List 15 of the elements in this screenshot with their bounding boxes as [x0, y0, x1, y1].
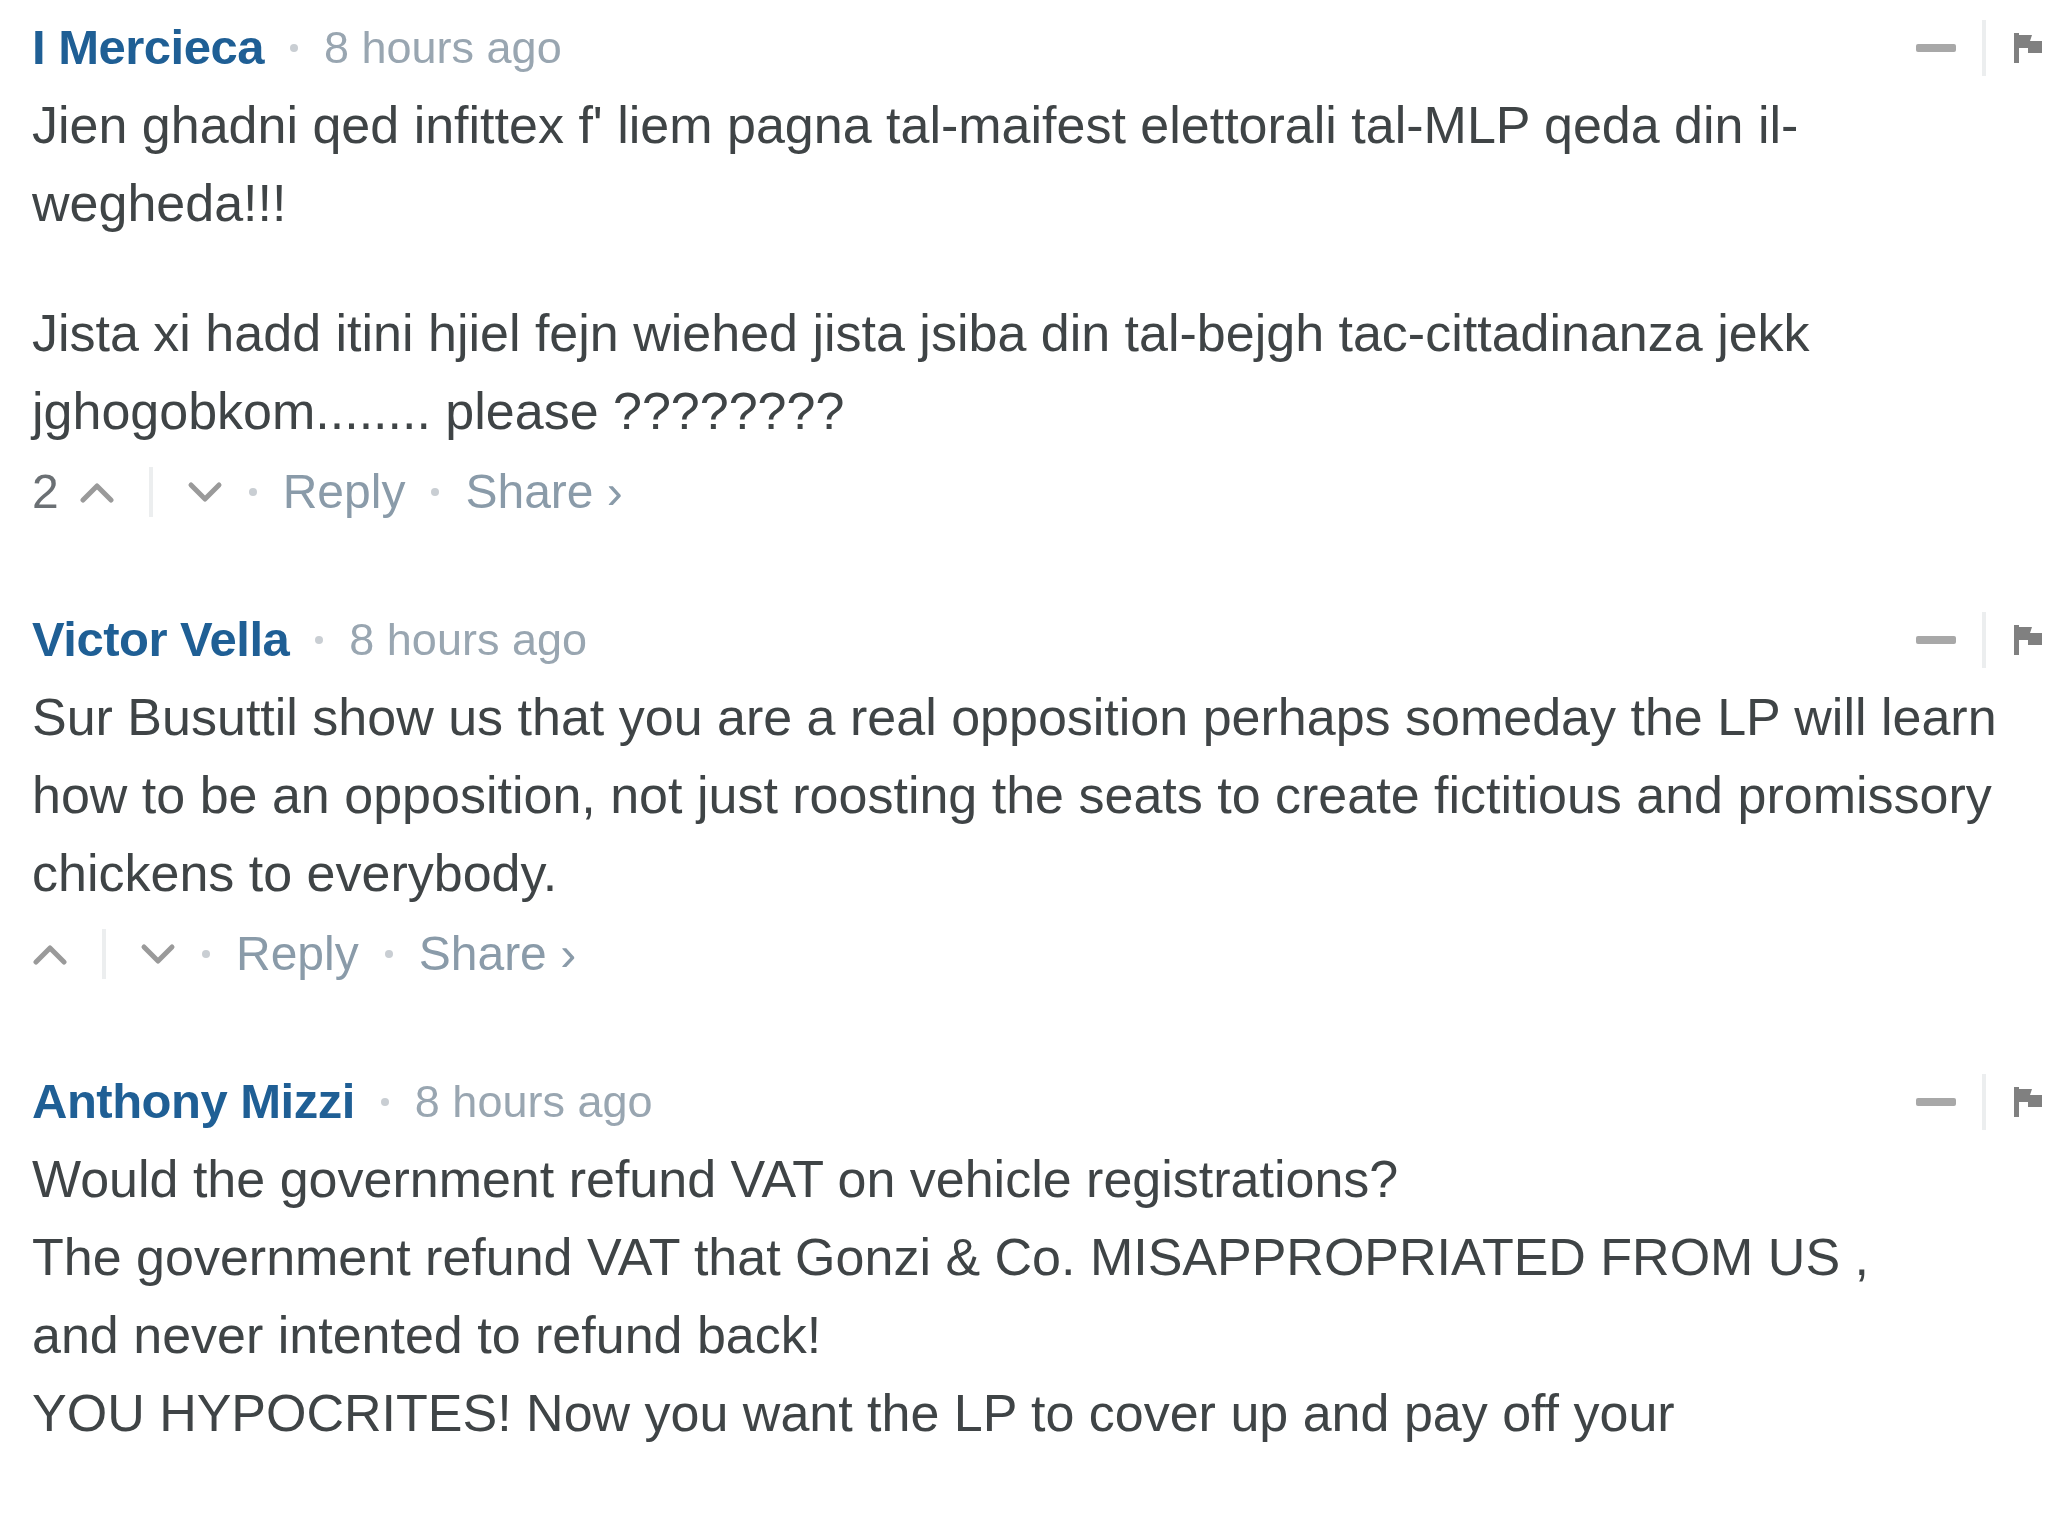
timestamp[interactable]: 8 hours ago: [324, 14, 562, 82]
action-link[interactable]: Share ›: [418, 918, 577, 990]
comment-text: Jista xi hadd itini hjiel fejn wiehed jista jsiba din tal-bejgh tac-cittadinanza jekk jghogobkom........ please ????????: [32, 303, 1811, 442]
action-link[interactable]: Share ›: [465, 456, 623, 528]
author-name[interactable]: I Mercieca: [32, 11, 264, 85]
timestamp[interactable]: 8 hours ago: [414, 1068, 653, 1136]
comment-text: Would the government refund VAT on vehicle registrations? The government refund VAT that Gonzi & Co. MISAPPROPRIATED FROM US , and never intented to refund back! YOU HYPOCRITES! Now you want the LP to cover up and pay off your: [32, 1149, 1870, 1444]
timestamp[interactable]: 8 hours ago: [349, 606, 587, 674]
action-link[interactable]: Reply: [236, 918, 359, 990]
action-link[interactable]: Reply: [282, 456, 406, 528]
vote-count: 2: [32, 464, 59, 520]
comment-text: Sur Busuttil show us that you are a real opposition perhaps someday the LP will learn how to be an opposition, not just roosting the seats to create fictitious and promissory chickens to everybody.: [32, 687, 1998, 904]
comment-text: Jien ghadni qed infittex f' liem pagna tal-maifest elettorali tal-MLP qeda din il-wegheda!!!: [32, 95, 1800, 234]
author-name[interactable]: Victor Vella: [32, 603, 290, 677]
author-name[interactable]: Anthony Mizzi: [32, 1065, 355, 1139]
